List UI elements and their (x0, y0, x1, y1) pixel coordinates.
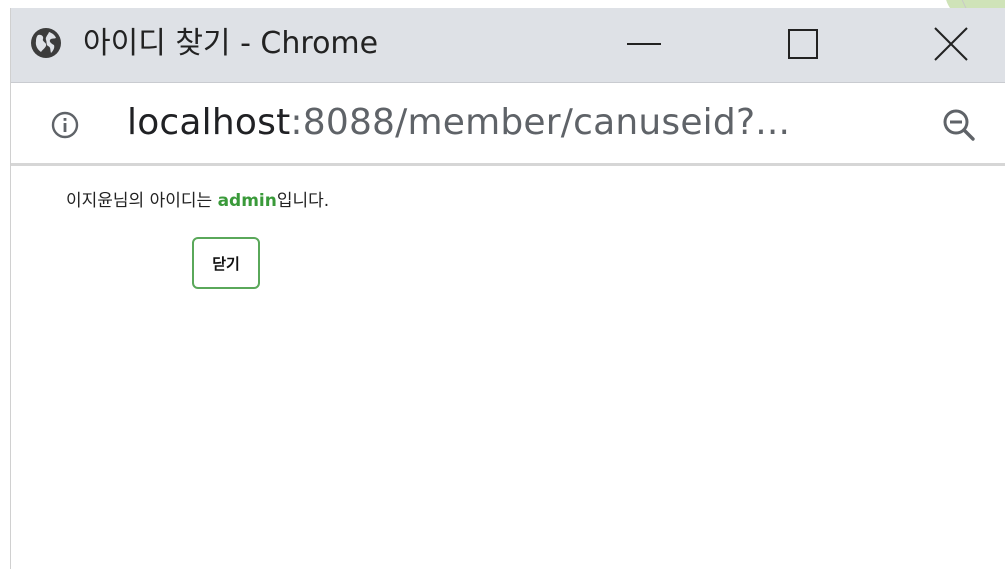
address-bar[interactable]: localhost:8088/member/canuseid?... (11, 83, 1005, 166)
title-bar[interactable]: 아이디 찾기 - Chrome (11, 8, 1005, 83)
maximize-button[interactable] (776, 18, 832, 70)
maximize-icon (788, 29, 818, 59)
minimize-icon (627, 43, 661, 45)
window-title: 아이디 찾기 - Chrome (83, 26, 379, 61)
minimize-button[interactable] (617, 18, 673, 70)
globe-icon (31, 28, 61, 58)
zoom-out-icon[interactable] (941, 107, 977, 143)
found-user-id: admin (217, 191, 277, 211)
close-window-button[interactable] (923, 18, 979, 70)
close-button[interactable]: 닫기 (192, 237, 260, 289)
url-path: :8088/member/canuseid?... (290, 102, 791, 143)
result-message: 이지윤님의 아이디는 admin입니다. (66, 190, 329, 212)
info-icon[interactable] (51, 111, 79, 139)
chrome-popup-window: 아이디 찾기 - Chrome localhost:8088/member/ca… (10, 8, 1005, 569)
url-host: localhost (127, 102, 291, 143)
url-text[interactable]: localhost:8088/member/canuseid?... (127, 99, 790, 147)
page-content: 이지윤님의 아이디는 admin입니다. 닫기 (11, 166, 1005, 569)
close-icon (934, 27, 968, 61)
screen: 아이디 찾기 - Chrome localhost:8088/member/ca… (0, 0, 1005, 569)
message-prefix: 이지윤님의 아이디는 (66, 191, 218, 211)
message-suffix: 입니다. (276, 191, 330, 211)
